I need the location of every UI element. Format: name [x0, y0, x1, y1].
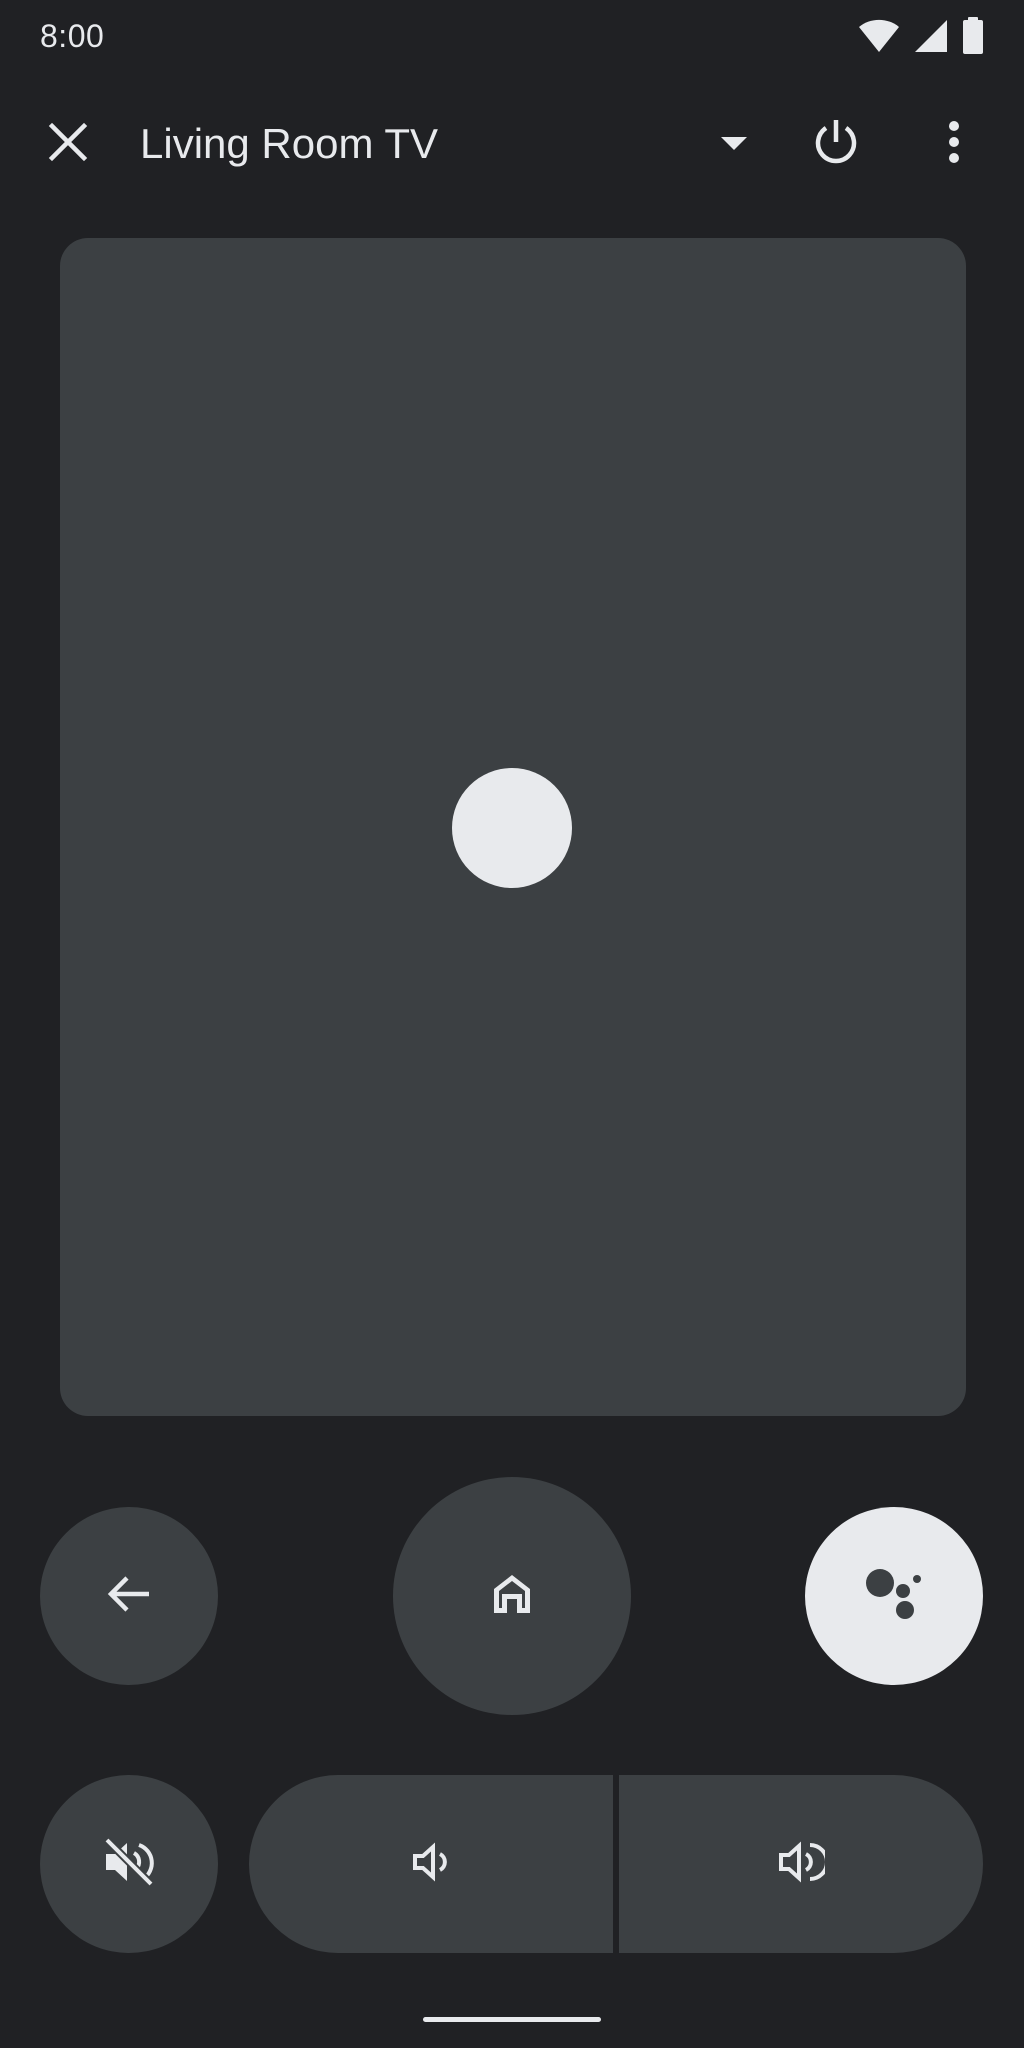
dropdown-arrow-icon	[704, 96, 764, 192]
close-icon	[48, 122, 88, 167]
touch-indicator	[452, 768, 572, 888]
back-button[interactable]	[40, 1507, 218, 1685]
top-app-bar: Living Room TV	[0, 96, 1024, 192]
touchpad[interactable]	[60, 238, 966, 1416]
close-button[interactable]	[24, 96, 112, 192]
status-icons	[858, 16, 984, 56]
volume-down-icon	[411, 1842, 451, 1887]
mute-button[interactable]	[40, 1775, 218, 1953]
wifi-icon	[858, 19, 900, 53]
volume-control	[249, 1775, 983, 1953]
home-icon	[490, 1572, 534, 1621]
device-name: Living Room TV	[140, 120, 439, 167]
assistant-icon	[864, 1567, 924, 1626]
gesture-nav-handle[interactable]	[423, 2017, 601, 2022]
home-button[interactable]	[393, 1477, 631, 1715]
cell-signal-icon	[914, 19, 948, 53]
more-options-button[interactable]	[910, 96, 998, 192]
volume-down-button[interactable]	[249, 1775, 613, 1953]
device-selector[interactable]: Living Room TV	[140, 96, 747, 192]
status-time: 8:00	[40, 18, 105, 54]
battery-icon	[962, 17, 984, 55]
volume-off-icon	[103, 1836, 155, 1893]
arrow-back-icon	[107, 1574, 151, 1619]
volume-up-button[interactable]	[619, 1775, 983, 1953]
power-button[interactable]	[790, 96, 882, 192]
more-vert-icon	[948, 120, 960, 169]
power-icon	[811, 117, 861, 172]
assistant-button[interactable]	[805, 1507, 983, 1685]
status-bar: 8:00	[0, 0, 1024, 72]
volume-up-icon	[777, 1840, 829, 1889]
